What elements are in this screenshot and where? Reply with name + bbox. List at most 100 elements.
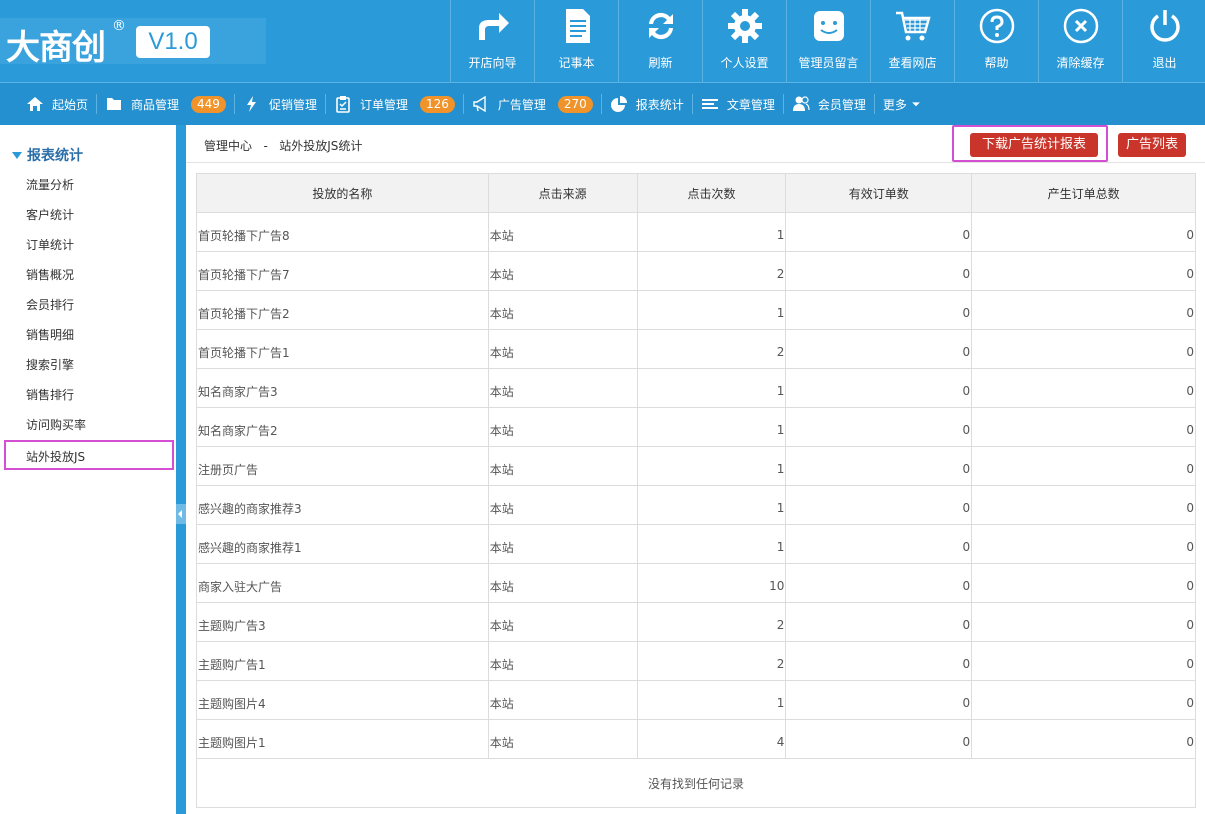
nav-label: 商品管理: [131, 97, 180, 112]
sidebar-item-offsite-js[interactable]: 站外投放JS: [4, 440, 174, 470]
pie-chart-icon: [610, 96, 627, 112]
cell-source: 本站: [487, 251, 638, 291]
tool-notepad[interactable]: 记事本: [534, 0, 618, 82]
cell-clicks: 4: [636, 719, 787, 759]
cart-icon: [896, 11, 931, 41]
cell-clicks: 2: [636, 329, 787, 369]
column-header-total-orders[interactable]: 产生订单总数: [971, 173, 1196, 213]
cell-source: 本站: [487, 641, 638, 681]
tool-admin-message[interactable]: 管理员留言: [786, 0, 870, 82]
cell-clicks: 2: [636, 602, 787, 642]
cell-name: 知名商家广告2: [196, 407, 489, 447]
nav-label: 起始页: [52, 97, 89, 112]
tool-label: 个人设置: [720, 56, 769, 70]
tool-label: 退出: [1152, 56, 1177, 70]
nav-members[interactable]: 会员管理: [784, 83, 874, 126]
column-header-source[interactable]: 点击来源: [487, 173, 638, 213]
cell-name: 主题购广告1: [196, 641, 489, 681]
cell-source: 本站: [487, 329, 638, 369]
cell-valid-orders: 0: [785, 290, 973, 330]
sidebar: 报表统计 流量分析 客户统计 订单统计 销售概况 会员排行 销售明细 搜索引擎 …: [0, 125, 176, 814]
column-header-clicks[interactable]: 点击次数: [636, 173, 787, 213]
download-ad-report-button[interactable]: 下载广告统计报表: [970, 133, 1098, 157]
cell-source: 本站: [487, 212, 638, 252]
cell-clicks: 1: [636, 368, 787, 408]
tool-label: 清除缓存: [1056, 56, 1105, 70]
nav-orders[interactable]: 订单管理 126: [326, 83, 463, 126]
nav-goods[interactable]: 商品管理 449: [97, 83, 234, 126]
cell-total-orders: 0: [971, 407, 1196, 447]
cell-source: 本站: [487, 563, 638, 603]
tool-label: 开店向导: [468, 56, 517, 70]
nav-label: 订单管理: [359, 97, 408, 112]
notepad-icon: [566, 9, 590, 43]
cell-source: 本站: [487, 524, 638, 564]
main-content: 管理中心 - 站外投放JS统计 下载广告统计报表 广告列表 投放的名称 点击来源…: [186, 125, 1205, 814]
cell-source: 本站: [487, 485, 638, 525]
sidebar-item-traffic-analysis[interactable]: 流量分析: [0, 170, 176, 200]
sidebar-item-member-ranking[interactable]: 会员排行: [0, 290, 176, 320]
table-row: 首页轮播下广告7 本站 2 0 0: [196, 251, 1196, 291]
nav-promotion[interactable]: 促销管理: [235, 83, 325, 126]
nav-more[interactable]: 更多: [875, 83, 929, 126]
cell-total-orders: 0: [971, 719, 1196, 759]
nav-label: 广告管理: [497, 97, 546, 112]
tool-refresh[interactable]: 刷新: [618, 0, 702, 82]
cell-name: 注册页广告: [196, 446, 489, 486]
cell-valid-orders: 0: [785, 251, 973, 291]
folder-icon: [107, 98, 122, 110]
help-icon: [979, 8, 1015, 44]
table-body: 首页轮播下广告8 本站 1 0 0 首页轮播下广告7 本站 2 0 0 首页轮播下广告2 本站 1 0…: [196, 212, 1196, 808]
column-header-name[interactable]: 投放的名称: [196, 173, 489, 213]
refresh-icon: [649, 12, 673, 40]
nav-home[interactable]: 起始页: [18, 83, 96, 126]
tool-label: 帮助: [984, 56, 1009, 70]
sidebar-item-visit-purchase-rate[interactable]: 访问购买率: [0, 410, 176, 440]
cell-source: 本站: [487, 719, 638, 759]
sidebar-item-order-stats[interactable]: 订单统计: [0, 230, 176, 260]
sidebar-item-sales-overview[interactable]: 销售概况: [0, 260, 176, 290]
caret-down-icon: [911, 102, 920, 107]
breadcrumb-current: 站外投放JS统计: [279, 139, 363, 153]
expand-triangle-icon: [12, 151, 22, 159]
tool-help[interactable]: 帮助: [954, 0, 1038, 82]
share-arrow-icon: [479, 13, 509, 40]
cell-clicks: 1: [636, 212, 787, 252]
table-row: 商家入驻大广告 本站 10 0 0: [196, 563, 1196, 603]
column-header-valid-orders[interactable]: 有效订单数: [785, 173, 973, 213]
cell-valid-orders: 0: [785, 485, 973, 525]
cell-name: 主题购图片4: [196, 680, 489, 720]
tool-open-store-wizard[interactable]: 开店向导: [450, 0, 534, 82]
sidebar-item-customer-stats[interactable]: 客户统计: [0, 200, 176, 230]
tool-label: 记事本: [558, 56, 595, 70]
tool-logout[interactable]: 退出: [1122, 0, 1205, 82]
nav-articles[interactable]: 文章管理: [693, 83, 783, 126]
sidebar-menu: 流量分析 客户统计 订单统计 销售概况 会员排行 销售明细 搜索引擎 销售排行 …: [0, 170, 176, 470]
sidebar-item-sales-detail[interactable]: 销售明细: [0, 320, 176, 350]
sidebar-section-title[interactable]: 报表统计: [12, 145, 83, 165]
sidebar-item-search-engine[interactable]: 搜索引擎: [0, 350, 176, 380]
logo[interactable]: 大商创 ® V1.0: [0, 18, 266, 68]
sidebar-splitter: [176, 125, 186, 814]
tool-personal-settings[interactable]: 个人设置: [702, 0, 786, 82]
sidebar-item-sales-ranking[interactable]: 销售排行: [0, 380, 176, 410]
table-row: 主题购广告3 本站 2 0 0: [196, 602, 1196, 642]
cell-valid-orders: 0: [785, 563, 973, 603]
home-icon: [27, 97, 43, 111]
sidebar-collapse-toggle[interactable]: [176, 504, 186, 524]
logo-version: V1.0: [136, 26, 210, 58]
clear-icon: [1063, 8, 1099, 44]
tool-clear-cache[interactable]: 清除缓存: [1038, 0, 1122, 82]
ad-list-button[interactable]: 广告列表: [1118, 133, 1186, 157]
table-row: 首页轮播下广告8 本站 1 0 0: [196, 212, 1196, 252]
nav-label: 文章管理: [726, 97, 775, 112]
table-row: 首页轮播下广告1 本站 2 0 0: [196, 329, 1196, 369]
cell-name: 首页轮播下广告7: [196, 251, 489, 291]
table-row: 感兴趣的商家推荐1 本站 1 0 0: [196, 524, 1196, 564]
cell-clicks: 1: [636, 290, 787, 330]
nav-ads[interactable]: 广告管理 270: [464, 83, 601, 126]
cell-source: 本站: [487, 368, 638, 408]
tool-view-store[interactable]: 查看网店: [870, 0, 954, 82]
nav-reports[interactable]: 报表统计: [602, 83, 692, 126]
breadcrumb-root[interactable]: 管理中心: [204, 139, 252, 153]
